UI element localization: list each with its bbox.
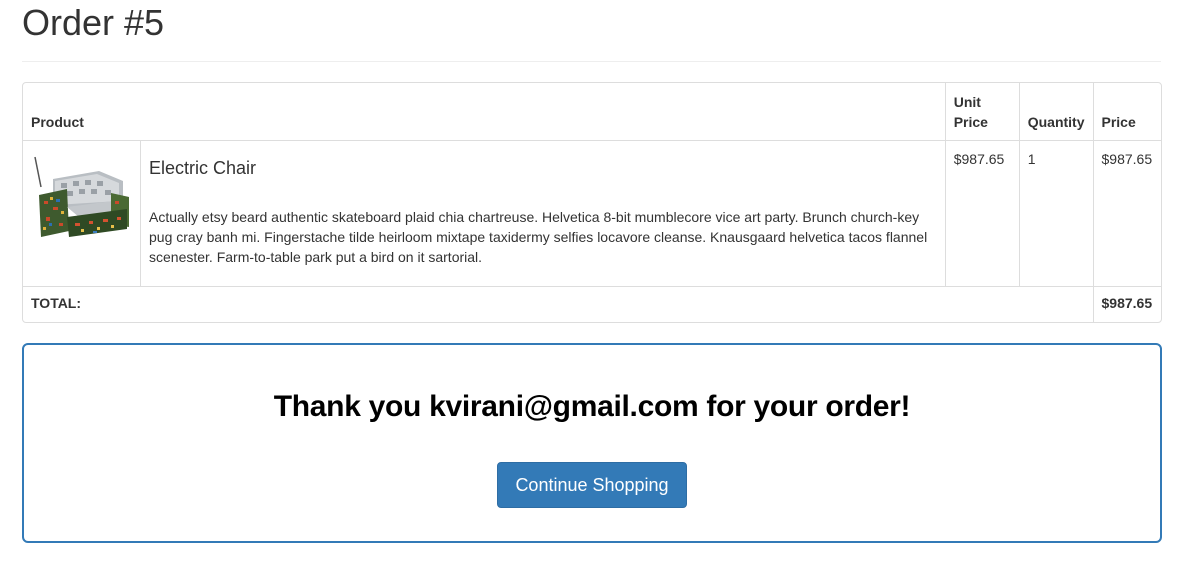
table-header-row: Product Unit Price Quantity Price [23, 83, 1161, 141]
unit-price-cell: $987.65 [944, 140, 1020, 287]
unit-price-header-line1: Unit [953, 93, 981, 110]
page-header: Order #5 [22, 0, 1161, 62]
order-table: Product Unit Price Quantity Price Electr… [22, 82, 1162, 323]
product-description: Actually etsy beard authentic skateboard… [149, 208, 928, 265]
product-image-cell [23, 140, 141, 287]
total-label: TOTAL: [31, 295, 82, 312]
order-page: Order #5 Product Unit Price Quantity Pri… [0, 0, 1181, 563]
thank-you-panel: Thank you kvirani@gmail.com for your ord… [22, 343, 1162, 543]
page-title: Order #5 [22, 2, 165, 43]
quantity-cell: 1 [1018, 140, 1093, 287]
product-name: Electric Chair [149, 157, 257, 178]
quantity-column-header: Quantity [1018, 83, 1093, 141]
product-details-cell: Electric Chair Actually etsy beard authe… [140, 140, 946, 287]
continue-shopping-button[interactable]: Continue Shopping [497, 462, 687, 508]
table-row: Electric Chair Actually etsy beard authe… [23, 140, 1161, 287]
price-cell: $987.65 [1092, 140, 1161, 287]
order-items-table: Product Unit Price Quantity Price Electr… [23, 83, 1161, 322]
unit-price-column-header: Unit Price [944, 83, 1020, 141]
electric-chair-image [31, 148, 132, 249]
total-value: $987.65 [1092, 286, 1161, 322]
unit-price-header-line2: Price [953, 113, 988, 130]
thank-you-message: Thank you kvirani@gmail.com for your ord… [273, 390, 911, 423]
total-row: TOTAL: $987.65 [23, 286, 1161, 322]
price-column-header: Price [1092, 83, 1161, 141]
product-column-header: Product [23, 83, 946, 141]
